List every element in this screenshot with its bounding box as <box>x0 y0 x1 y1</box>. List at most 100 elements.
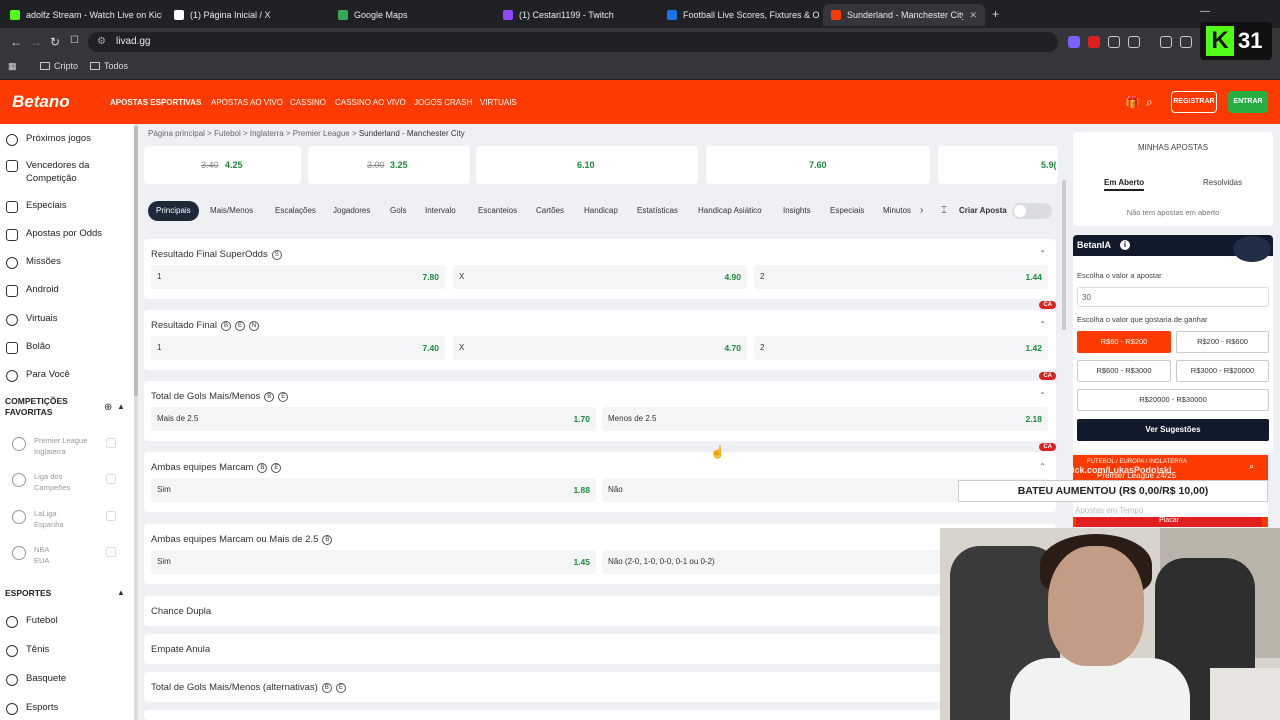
odds-button[interactable]: 6.10 <box>476 146 698 184</box>
sidebar-scrollbar[interactable] <box>134 124 138 720</box>
favorite-toggle[interactable] <box>106 474 116 484</box>
sidebar-item-futebol[interactable]: Futebol <box>6 615 58 628</box>
puzzle-icon[interactable] <box>1108 36 1120 48</box>
tab-handicap-asiatico[interactable]: Handicap Asiático <box>698 201 762 221</box>
bookmark-todos[interactable]: Todos <box>90 61 128 71</box>
sidebar-item-para-voce[interactable]: Para Você <box>6 369 70 382</box>
browser-tab-x[interactable]: (1) Página Inicial / X <box>166 4 326 26</box>
sidebar-item-missoes[interactable]: Missões <box>6 256 61 269</box>
selection-button[interactable]: 2 1.44 <box>754 265 1048 289</box>
sidebar-item-vencedores[interactable]: Vencedores da Competição <box>6 159 126 185</box>
tab-especiais[interactable]: Especiais <box>830 201 864 221</box>
login-button[interactable]: ENTRAR <box>1228 91 1268 113</box>
search-icon[interactable]: ⌕ <box>1249 461 1254 472</box>
forward-icon[interactable]: → <box>30 35 42 49</box>
add-favorite-icon[interactable]: ⊕ <box>104 402 112 413</box>
odds-button[interactable]: 3.40 4.25 <box>144 146 301 184</box>
selection-button[interactable]: 1 7.80 <box>151 265 445 289</box>
selection-button[interactable]: Mais de 2.5 1.70 <box>151 407 596 431</box>
range-option[interactable]: R$600 - R$3000 <box>1077 360 1171 382</box>
betano-logo[interactable]: Betano <box>12 92 70 112</box>
odds-button[interactable]: 3.00 3.25 <box>308 146 470 184</box>
favorite-liga-campeoes[interactable]: Liga dos Campeões <box>12 471 116 493</box>
breadcrumb-item[interactable]: Página principal <box>148 129 205 138</box>
register-button[interactable]: REGISTRAR <box>1171 91 1217 113</box>
selection-button[interactable]: X 4.70 <box>453 336 747 360</box>
browser-tab-maps[interactable]: Google Maps <box>330 4 490 26</box>
chevron-up-icon[interactable]: ⌃ <box>1039 249 1046 258</box>
criar-aposta-toggle[interactable] <box>1012 203 1052 219</box>
breadcrumb-item[interactable]: Inglaterra <box>250 129 284 138</box>
tab-escalacoes[interactable]: Escalações <box>275 201 316 221</box>
tab-jogadores[interactable]: Jogadores <box>333 201 370 221</box>
tab-minutos[interactable]: Minutos <box>883 201 911 221</box>
extension-icon[interactable] <box>1068 36 1080 48</box>
favorite-toggle[interactable] <box>106 547 116 557</box>
tab-em-aberto[interactable]: Em Aberto <box>1104 178 1145 191</box>
placar-button[interactable]: Placar <box>1076 517 1262 527</box>
sidebar-item-proximos-jogos[interactable]: Próximos jogos <box>6 133 91 146</box>
screenshot-icon[interactable] <box>1128 36 1140 48</box>
nav-jogos-crash[interactable]: JOGOS CRASH <box>414 98 472 107</box>
sidebar-item-virtuais[interactable]: Virtuais <box>6 313 58 326</box>
close-tab-icon[interactable]: ✕ <box>969 10 977 21</box>
chevron-right-icon[interactable]: › <box>920 201 923 221</box>
search-icon[interactable]: ⌕ <box>1146 95 1153 110</box>
sidebar-item-especiais[interactable]: Especiais <box>6 200 67 213</box>
browser-tab-betano[interactable]: Sunderland - Manchester City Fu✕ <box>823 4 985 26</box>
tab-cartoes[interactable]: Cartões <box>536 201 564 221</box>
chevron-up-icon[interactable]: ⌃ <box>1039 391 1046 400</box>
range-option[interactable]: R$3000 - R$20000 <box>1176 360 1269 382</box>
main-scrollbar[interactable] <box>1062 180 1066 330</box>
range-option[interactable]: R$20000 - R$30000 <box>1077 389 1269 411</box>
browser-tab-twitch[interactable]: (1) Cestari1199 - Twitch <box>495 4 655 26</box>
selection-button[interactable]: Sim 1.88 <box>151 478 596 502</box>
sidebar-item-bolao[interactable]: Bolão <box>6 341 50 354</box>
tab-intervalo[interactable]: Intervalo <box>425 201 456 221</box>
reload-icon[interactable]: ↻ <box>50 35 60 49</box>
browser-tab-kick[interactable]: adolfz Stream - Watch Live on Kick <box>2 4 162 26</box>
media-icon[interactable] <box>1160 36 1172 48</box>
chevron-up-icon[interactable]: ▲ <box>117 588 125 597</box>
apps-icon[interactable]: ▦ <box>8 61 17 72</box>
nav-apostas-ao-vivo[interactable]: APOSTAS AO VIVO <box>211 98 283 107</box>
favorite-nba[interactable]: NBA EUA <box>12 544 116 566</box>
chevron-up-icon[interactable]: ⌃ <box>1039 320 1046 329</box>
sidebar-item-esports[interactable]: Esports <box>6 702 58 715</box>
favorite-premier-league[interactable]: Premier League Inglaterra <box>12 435 116 457</box>
tab-escanteios[interactable]: Escanteios <box>478 201 517 221</box>
selection-button[interactable]: X 4.90 <box>453 265 747 289</box>
market-total-gols-alt[interactable]: Total de Gols Mais/Menos (alternativas) B… <box>144 672 1056 702</box>
browser-tab-football[interactable]: Football Live Scores, Fixtures & Odds <box>659 4 819 26</box>
ver-sugestoes-button[interactable]: Ver Sugestões <box>1077 419 1269 441</box>
sidebar-item-basquete[interactable]: Basquete <box>6 673 66 686</box>
selection-button[interactable]: 1 7.40 <box>151 336 445 360</box>
sidebar-item-android[interactable]: Android <box>6 284 59 297</box>
breadcrumb-item[interactable]: Futebol <box>214 129 241 138</box>
favorite-toggle[interactable] <box>106 511 116 521</box>
site-info-icon[interactable]: ⚙ <box>97 36 106 47</box>
sidebar-item-tenis[interactable]: Tênis <box>6 644 49 657</box>
favorite-laliga[interactable]: LaLiga Espanha <box>12 508 116 530</box>
tab-handicap[interactable]: Handicap <box>584 201 618 221</box>
sidebar-item-apostas-por-odds[interactable]: Apostas por Odds <box>6 228 102 241</box>
bookmark-icon[interactable]: ☐ <box>70 35 79 46</box>
tab-estatisticas[interactable]: Estatísticas <box>637 201 678 221</box>
chevron-up-icon[interactable]: ⌃ <box>1039 462 1046 471</box>
gift-icon[interactable]: 🎁 <box>1125 95 1140 109</box>
selection-button[interactable]: Sim 1.45 <box>151 550 596 574</box>
url-input[interactable]: ⚙ livad.gg <box>88 32 1058 52</box>
minimize-icon[interactable]: — <box>1200 6 1210 17</box>
market-empate-anula[interactable]: Empate Anula <box>144 634 1056 664</box>
new-tab-icon[interactable]: + <box>992 7 999 21</box>
selection-button[interactable]: Menos de 2.5 2.18 <box>602 407 1048 431</box>
nav-cassino[interactable]: CASSINO <box>290 98 326 107</box>
odds-button[interactable]: 7.60 <box>706 146 930 184</box>
range-option[interactable]: R$200 - R$600 <box>1176 331 1269 353</box>
back-icon[interactable]: ← <box>10 35 22 49</box>
nav-apostas-esportivas[interactable]: APOSTAS ESPORTIVAS <box>110 98 201 107</box>
breadcrumb-item[interactable]: Premier League <box>293 129 350 138</box>
selection-button[interactable]: 2 1.42 <box>754 336 1048 360</box>
tab-gols[interactable]: Gols <box>390 201 406 221</box>
tab-insights[interactable]: Insights <box>783 201 811 221</box>
